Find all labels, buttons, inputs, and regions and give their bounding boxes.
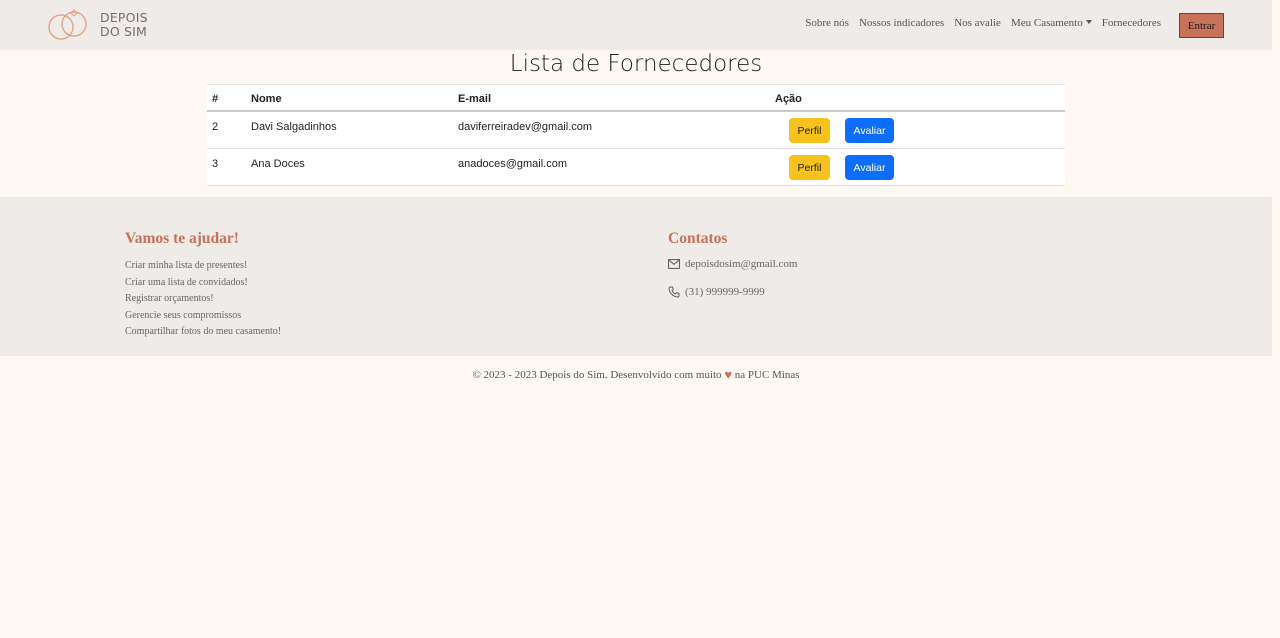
cell-name: Davi Salgadinhos — [251, 121, 337, 133]
table-row: 2 Davi Salgadinhos daviferreiradev@gmail… — [207, 112, 1065, 149]
table-header-row: # Nome E-mail Ação — [207, 84, 1065, 112]
copyright-suffix: na PUC Minas — [734, 369, 800, 381]
suppliers-table: # Nome E-mail Ação 2 Davi Salgadinhos da… — [207, 84, 1065, 186]
brand-logo[interactable]: DEPOIS DO SIM — [46, 8, 148, 42]
column-header-action: Ação — [775, 93, 802, 105]
cell-email: anadoces@gmail.com — [458, 158, 567, 170]
nav-link-fornecedores[interactable]: Fornecedores — [1102, 17, 1161, 29]
nav-menu: Sobre nós Nossos indicadores Nos avalie … — [795, 17, 1161, 29]
contact-heading: Contatos — [668, 230, 728, 247]
cell-email: daviferreiradev@gmail.com — [458, 121, 593, 133]
help-link-gift-list[interactable]: Criar minha lista de presentes! — [125, 259, 281, 276]
phone-icon — [668, 286, 680, 298]
help-link-guest-list[interactable]: Criar uma lista de convidados! — [125, 276, 281, 293]
cell-id: 3 — [212, 158, 219, 170]
nav-dropdown-label: Meu Casamento — [1010, 17, 1083, 29]
contact-phone-text: (31) 999999-9999 — [685, 286, 765, 298]
login-button[interactable]: Entrar — [1179, 13, 1224, 38]
heart-icon: ♥ — [724, 367, 733, 382]
brand-name: DEPOIS DO SIM — [100, 11, 148, 39]
brand-line-2: DO SIM — [100, 24, 148, 39]
contact-phone[interactable]: (31) 999999-9999 — [668, 286, 765, 298]
table-row: 3 Ana Doces anadoces@gmail.com Perfil Av… — [207, 149, 1065, 186]
rings-icon — [48, 9, 87, 40]
copyright: © 2023 - 2023 Depois do Sim. Desenvolvid… — [0, 367, 1272, 383]
page-title: Lista de Fornecedores — [509, 51, 763, 77]
nav-link-nossos-indicadores[interactable]: Nossos indicadores — [859, 17, 944, 29]
column-header-email: E-mail — [458, 93, 492, 105]
nav-dropdown-meu-casamento[interactable]: Meu Casamento — [1011, 17, 1092, 29]
profile-button[interactable]: Perfil — [789, 155, 830, 180]
rate-button[interactable]: Avaliar — [845, 118, 894, 143]
envelope-icon — [668, 259, 680, 269]
copyright-text: © 2023 - 2023 Depois do Sim. Desenvolvid… — [472, 369, 722, 381]
nav-link-nos-avalie[interactable]: Nos avalie — [954, 17, 1001, 29]
contact-email-text: depoisdosim@gmail.com — [685, 258, 798, 270]
cell-id: 2 — [212, 121, 219, 133]
contact-email[interactable]: depoisdosim@gmail.com — [668, 258, 797, 270]
help-link-photos[interactable]: Compartilhar fotos do meu casamento! — [125, 325, 281, 342]
profile-button[interactable]: Perfil — [789, 118, 830, 143]
navbar: DEPOIS DO SIM Sobre nós Nossos indicador… — [0, 0, 1272, 50]
cell-name: Ana Doces — [251, 158, 305, 170]
caret-down-icon — [1085, 20, 1092, 24]
footer: Vamos te ajudar! Criar minha lista de pr… — [0, 197, 1272, 356]
help-list: Criar minha lista de presentes! Criar um… — [125, 259, 281, 342]
help-link-budgets[interactable]: Registrar orçamentos! — [125, 292, 281, 309]
column-header-name: Nome — [251, 93, 282, 105]
help-heading: Vamos te ajudar! — [125, 230, 239, 247]
rate-button[interactable]: Avaliar — [845, 155, 894, 180]
column-header-id: # — [212, 93, 219, 105]
brand-line-1: DEPOIS — [100, 10, 148, 25]
nav-link-sobre-nos[interactable]: Sobre nós — [805, 17, 849, 29]
help-link-appointments[interactable]: Gerencie seus compromissos — [125, 309, 281, 326]
